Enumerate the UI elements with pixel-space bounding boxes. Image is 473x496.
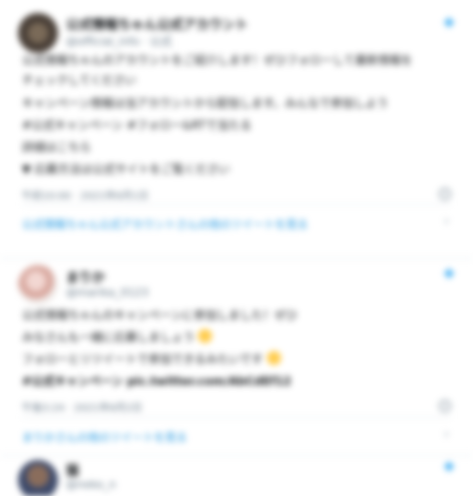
author-name[interactable]: 猫 [66,460,79,479]
tweet-text-line: 公式情報ちゃんのキャンペーンに参加しました！ぜひ [22,308,298,322]
author-handle[interactable]: @neko_n [66,478,116,491]
twitter-bird-icon[interactable]: ✦ [439,265,459,285]
tweet-card[interactable]: まりか @marika_0123 ✦ 公式情報ちゃんのキャンペーンに参加しました… [0,259,473,456]
emoji-icon [266,351,281,365]
tweet-card[interactable]: 猫 @neko_n ✦ [0,456,473,496]
twitter-bird-icon[interactable]: ✦ [439,14,459,34]
tweet-text-line: フォローとリツイートで参加できるみたいです [22,351,281,367]
tweet-text-line: キャンペーン情報は当アカウントから配信します。みんなで参加しよう [22,96,389,110]
tweet-timestamp[interactable]: 午後3:24 · 2021年6月2日 [22,399,142,414]
tweet-text-line: #公式キャンペーン pic.twitter.com/AbCdEf12 [22,374,292,388]
emoji-icon [198,329,213,343]
author-handle[interactable]: @marika_0123 [66,286,148,299]
twitter-bird-icon[interactable]: ✦ [439,458,459,478]
info-icon[interactable]: i [439,188,451,200]
divider [22,204,451,205]
avatar[interactable] [18,265,58,305]
tweet-card[interactable]: 公式情報ちゃん公式アカウント @official_info · 公式 ✦ 公式情… [0,0,473,259]
author-name[interactable]: まりか [66,267,105,286]
info-icon[interactable]: i [439,400,451,412]
tweet-text-line: #公式キャンペーン #フォロー&RTで当たる [22,118,252,132]
chevron-right-icon: › [444,214,449,228]
avatar[interactable] [18,13,58,53]
avatar[interactable] [18,460,58,496]
tweet-timestamp[interactable]: 午前10:00 · 2021年6月1日 [22,187,149,202]
tweet-text-line: チェックしてください [22,73,137,87]
tweet-feed: 公式情報ちゃん公式アカウント @official_info · 公式 ✦ 公式情… [0,0,473,496]
more-tweets-link[interactable]: 公式情報ちゃん公式アカウントさんの他のツイートを見る [22,216,308,232]
divider [22,417,451,418]
more-tweets-link[interactable]: まりかさんの他のツイートを見る [22,429,187,445]
tweet-text-line: 公式情報ちゃんのアカウントをご紹介します！ぜひフォローして最新情報を [22,53,413,67]
author-handle[interactable]: @official_info · 公式 [66,33,172,49]
tweet-text-line: ▼ 応募方法は公式サイトをご覧ください [22,162,230,176]
tweet-text-line: 詳細はこちら [22,140,91,154]
tweet-text-line: みなさんも一緒に応募しましょう [22,329,213,345]
author-name[interactable]: 公式情報ちゃん公式アカウント [66,14,248,33]
chevron-right-icon: › [444,427,449,441]
